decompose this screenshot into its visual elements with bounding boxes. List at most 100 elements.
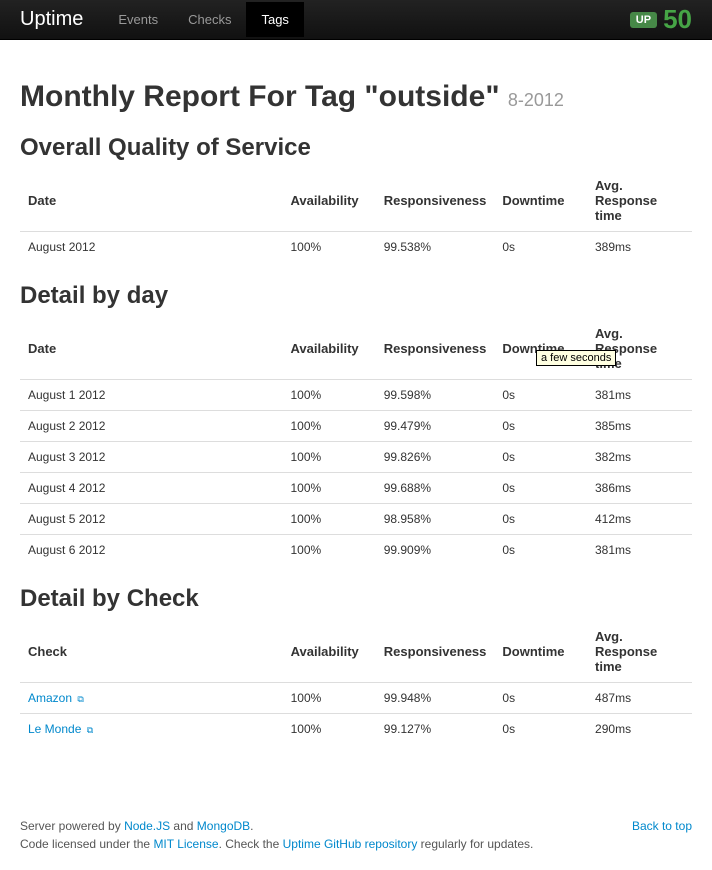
- col-avg-response: Avg. Response time: [587, 318, 692, 380]
- cell: 0s: [494, 714, 587, 745]
- brand[interactable]: Uptime: [20, 8, 103, 31]
- cell: August 6 2012: [20, 535, 282, 566]
- col-date: Date: [20, 170, 282, 232]
- content: Monthly Report For Tag "outside" 8-2012 …: [20, 60, 692, 774]
- check-link[interactable]: Amazon: [28, 691, 72, 705]
- footer-line1-prefix: Server powered by: [20, 819, 124, 833]
- cell: 0s: [494, 232, 587, 263]
- status-badge: UP: [630, 12, 657, 28]
- col-responsiveness: Responsiveness: [376, 170, 495, 232]
- table-header-row: Date Availability Responsiveness Downtim…: [20, 318, 692, 380]
- col-responsiveness: Responsiveness: [376, 621, 495, 683]
- cell: August 2 2012: [20, 411, 282, 442]
- col-check: Check: [20, 621, 283, 683]
- nav-item-events[interactable]: Events: [103, 2, 173, 37]
- cell: 99.598%: [376, 380, 495, 411]
- cell: 100%: [282, 504, 375, 535]
- navbar-left: Uptime Events Checks Tags: [20, 2, 304, 37]
- link-mongodb[interactable]: MongoDB: [197, 819, 250, 833]
- cell: 385ms: [587, 411, 692, 442]
- cell: 0s: [494, 683, 587, 714]
- page-title: Monthly Report For Tag "outside" 8-2012: [20, 80, 692, 114]
- cell: Amazon ⧉: [20, 683, 283, 714]
- cell: 0s: [494, 411, 587, 442]
- col-availability: Availability: [282, 318, 375, 380]
- title-prefix: Monthly Report For Tag ": [20, 80, 379, 113]
- table-row: August 5 2012100%98.958%0s412ms: [20, 504, 692, 535]
- footer: Server powered by Node.JS and MongoDB. C…: [20, 804, 692, 870]
- cell: 99.688%: [376, 473, 495, 504]
- nav-items: Events Checks Tags: [103, 2, 304, 37]
- col-downtime: Downtime: [494, 318, 587, 380]
- cell: 290ms: [587, 714, 692, 745]
- cell: 0s: [494, 380, 587, 411]
- table-header-row: Date Availability Responsiveness Downtim…: [20, 170, 692, 232]
- col-availability: Availability: [283, 621, 376, 683]
- section-overall-title: Overall Quality of Service: [20, 134, 692, 162]
- table-row: August 2012100%99.538%0s389ms: [20, 232, 692, 263]
- footer-line2-mid: . Check the: [219, 837, 283, 851]
- cell: 0s: [494, 535, 587, 566]
- table-row: August 4 2012100%99.688%0s386ms: [20, 473, 692, 504]
- cell: 99.479%: [376, 411, 495, 442]
- footer-text: Server powered by Node.JS and MongoDB. C…: [20, 819, 533, 855]
- table-row: August 3 2012100%99.826%0s382ms: [20, 442, 692, 473]
- section-bycheck-title: Detail by Check: [20, 585, 692, 613]
- main-panel: Monthly Report For Tag "outside" 8-2012 …: [0, 60, 712, 870]
- cell: 100%: [282, 473, 375, 504]
- col-availability: Availability: [282, 170, 375, 232]
- link-back-to-top[interactable]: Back to top: [632, 819, 692, 833]
- cell: 99.826%: [376, 442, 495, 473]
- cell: August 2012: [20, 232, 282, 263]
- nav-item-checks[interactable]: Checks: [173, 2, 246, 37]
- cell: August 3 2012: [20, 442, 282, 473]
- link-github[interactable]: Uptime GitHub repository: [283, 837, 418, 851]
- cell: 382ms: [587, 442, 692, 473]
- cell: August 5 2012: [20, 504, 282, 535]
- cell: 99.909%: [376, 535, 495, 566]
- table-row: August 2 2012100%99.479%0s385ms: [20, 411, 692, 442]
- table-header-row: Check Availability Responsiveness Downti…: [20, 621, 692, 683]
- check-count: 50: [663, 4, 692, 35]
- col-downtime: Downtime: [494, 170, 587, 232]
- cell: 389ms: [587, 232, 692, 263]
- footer-period: .: [250, 819, 253, 833]
- nav-item-tags[interactable]: Tags: [246, 2, 303, 37]
- table-row: Le Monde ⧉100%99.127%0s290ms: [20, 714, 692, 745]
- cell: 381ms: [587, 380, 692, 411]
- tooltip: a few seconds: [536, 350, 616, 366]
- cell: 100%: [283, 714, 376, 745]
- col-responsiveness: Responsiveness: [376, 318, 495, 380]
- table-row: August 1 2012100%99.598%0s381ms: [20, 380, 692, 411]
- cell: 99.127%: [376, 714, 495, 745]
- cell: 487ms: [587, 683, 692, 714]
- cell: 381ms: [587, 535, 692, 566]
- cell: 100%: [282, 380, 375, 411]
- cell: August 1 2012: [20, 380, 282, 411]
- cell: 100%: [283, 683, 376, 714]
- link-mit[interactable]: MIT License: [153, 837, 218, 851]
- title-period: 8-2012: [508, 90, 564, 110]
- cell: August 4 2012: [20, 473, 282, 504]
- footer-line2-suffix: regularly for updates.: [417, 837, 533, 851]
- check-link[interactable]: Le Monde: [28, 722, 81, 736]
- col-downtime: Downtime: [494, 621, 587, 683]
- cell: Le Monde ⧉: [20, 714, 283, 745]
- cell: 0s: [494, 504, 587, 535]
- section-byday-title: Detail by day: [20, 282, 692, 310]
- link-nodejs[interactable]: Node.JS: [124, 819, 170, 833]
- table-overall: Date Availability Responsiveness Downtim…: [20, 170, 692, 262]
- navbar-right: UP 50: [630, 4, 692, 35]
- cell: 386ms: [587, 473, 692, 504]
- col-date: Date: [20, 318, 282, 380]
- cell: 100%: [282, 232, 375, 263]
- cell: 100%: [282, 442, 375, 473]
- table-row: August 6 2012100%99.909%0s381ms: [20, 535, 692, 566]
- footer-and: and: [170, 819, 197, 833]
- cell: 0s: [494, 442, 587, 473]
- footer-line2-prefix: Code licensed under the: [20, 837, 153, 851]
- title-suffix: ": [485, 80, 499, 113]
- table-bycheck: Check Availability Responsiveness Downti…: [20, 621, 692, 744]
- title-tag: outside: [379, 80, 486, 113]
- cell: 100%: [282, 535, 375, 566]
